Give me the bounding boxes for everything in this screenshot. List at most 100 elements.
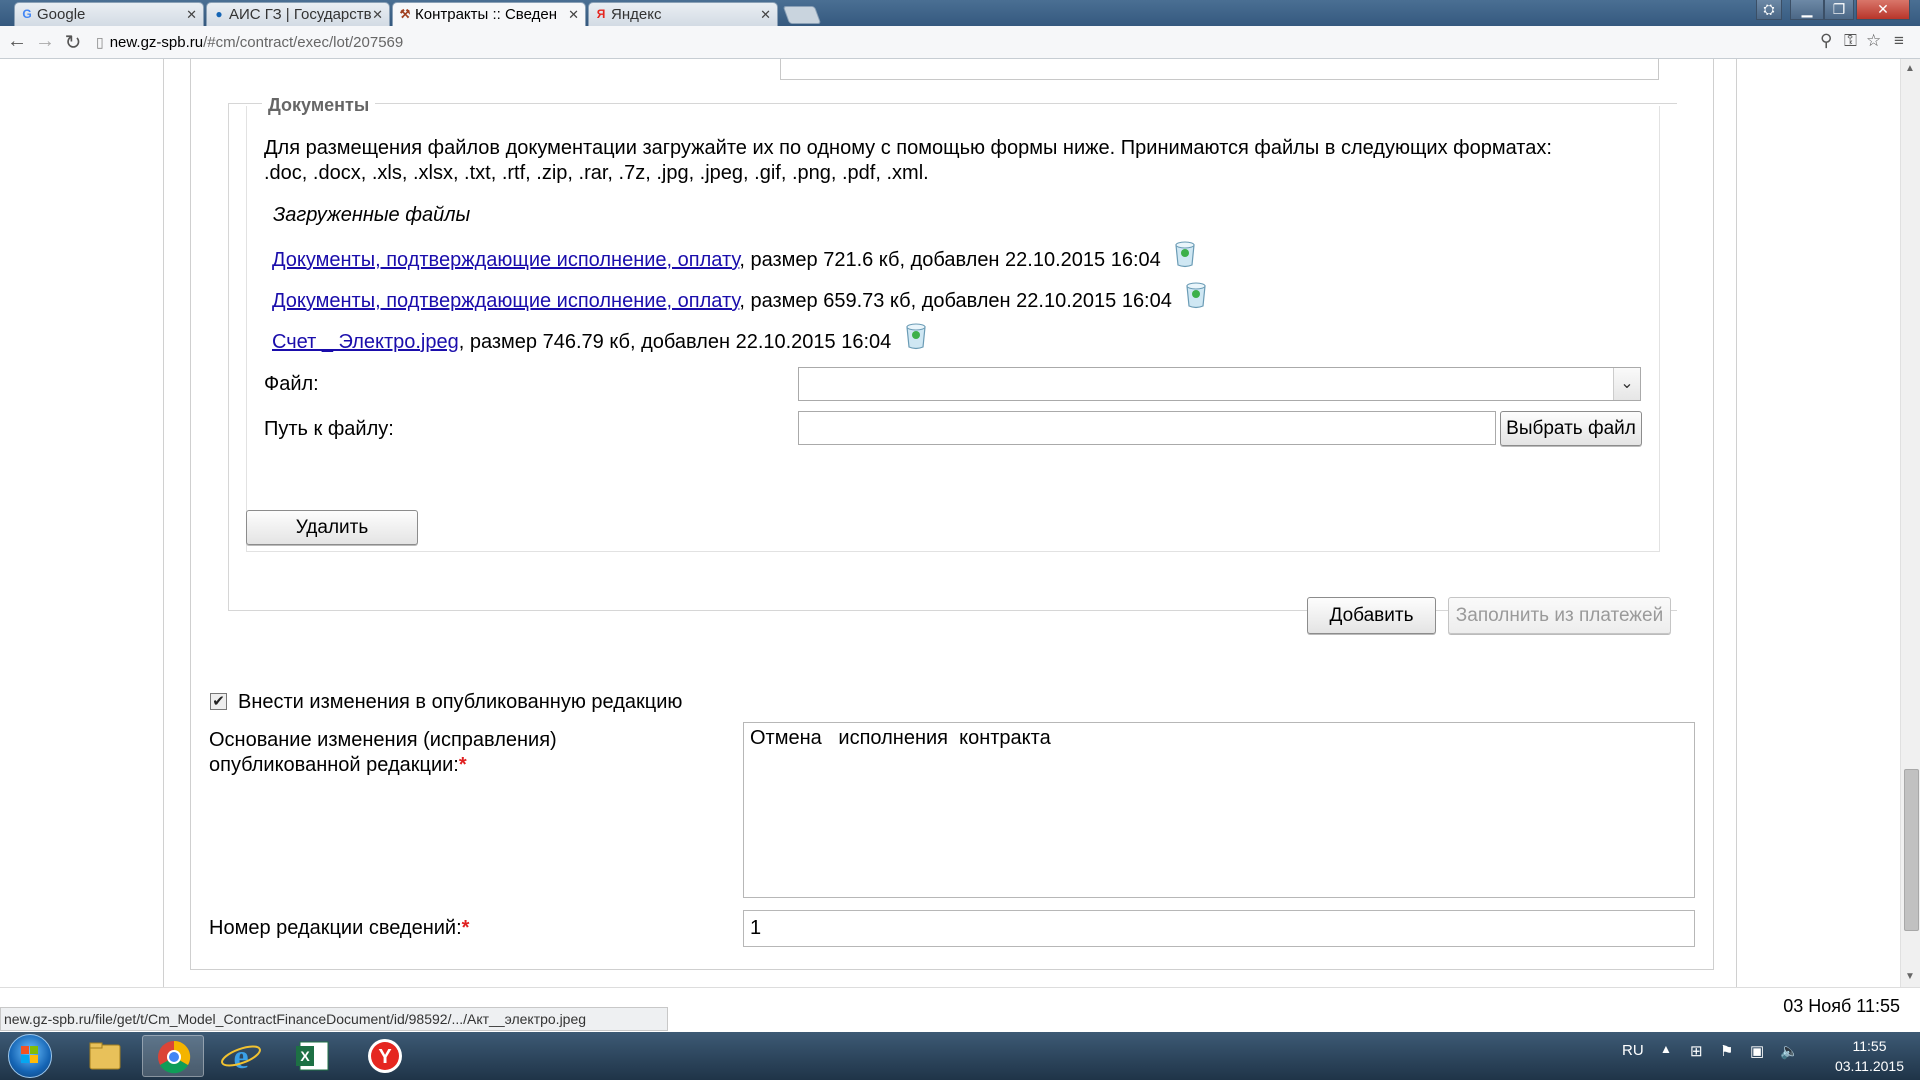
google-favicon-icon: G (22, 7, 32, 21)
tab-label: Контракты :: Сведен (415, 6, 557, 23)
edition-number-input[interactable]: 1 (743, 910, 1695, 947)
page-icon: ▯ (96, 34, 104, 50)
taskbar-clock[interactable]: 11:55 03.11.2015 (1835, 1036, 1904, 1076)
reason-label-line-1: Основание изменения (исправления) (209, 729, 557, 751)
close-icon[interactable]: ✕ (568, 3, 579, 26)
scroll-down-icon[interactable]: ▼ (1905, 971, 1915, 982)
chrome-icon (158, 1040, 191, 1074)
path-label: Путь к файлу: (264, 418, 394, 440)
recycle-bin-icon[interactable] (1172, 241, 1195, 268)
zoom-icon[interactable]: ⚲ (1820, 31, 1832, 51)
reason-textarea[interactable]: Отмена исполнения контракта (743, 722, 1695, 898)
excel-taskbar-button[interactable]: X (282, 1035, 344, 1077)
close-icon[interactable]: ✕ (186, 3, 197, 26)
chrome-taskbar-button[interactable] (142, 1035, 204, 1077)
network-icon[interactable]: ▣ (1750, 1042, 1764, 1060)
number-label-text: Номер редакции сведений: (209, 917, 462, 939)
svg-text:e: e (233, 1039, 248, 1076)
required-mark: * (461, 917, 470, 939)
page-right-border (1736, 59, 1737, 987)
yandex-favicon-icon: Я (596, 7, 606, 21)
list-item: Документы, подтверждающие исполнение, оп… (272, 282, 1207, 313)
publish-changes-checkbox[interactable]: ✔ (210, 693, 227, 710)
delete-button[interactable]: Удалить (246, 510, 418, 545)
tray-expand-icon[interactable]: ▲ (1660, 1042, 1672, 1056)
add-button[interactable]: Добавить (1307, 597, 1436, 634)
tab-google[interactable]: G Google ✕ (14, 2, 204, 26)
file-path-input[interactable] (798, 411, 1496, 445)
tab-contracts[interactable]: ⚒ Контракты :: Сведен ✕ (392, 2, 586, 26)
close-window-button[interactable]: ✕ (1856, 0, 1910, 20)
scrollbar-thumb[interactable] (1904, 769, 1919, 931)
profile-icon[interactable]: ⛭ (1756, 0, 1782, 20)
menu-icon[interactable]: ≡ (1894, 31, 1904, 51)
yandex-browser-icon: Y (368, 1039, 402, 1073)
star-icon[interactable]: ☆ (1866, 31, 1881, 51)
file-link[interactable]: Документы, подтверждающие исполнение, оп… (272, 290, 739, 312)
page-scrollbar[interactable]: ▲ ▼ (1900, 59, 1920, 987)
required-mark: * (458, 754, 467, 776)
recycle-bin-icon[interactable] (1183, 282, 1207, 309)
explorer-taskbar-button[interactable] (74, 1035, 136, 1077)
action-center-flag-icon[interactable]: ⚑ (1720, 1042, 1733, 1060)
uploaded-files-heading: Загруженные файлы (273, 204, 471, 226)
excel-icon: X (296, 1041, 329, 1071)
language-indicator[interactable]: RU (1622, 1042, 1644, 1059)
close-icon[interactable]: ✕ (372, 3, 383, 26)
clock-date: 03.11.2015 (1834, 1058, 1904, 1074)
minimize-button[interactable]: ▁ (1790, 0, 1824, 20)
page-content: Документы Для размещения файлов документ… (0, 59, 1900, 987)
forward-arrow-icon[interactable]: → (34, 30, 56, 53)
instructions-line-1: Для размещения файлов документации загру… (264, 137, 1552, 159)
file-link[interactable]: Счет _ Электро.jpeg (272, 331, 459, 353)
page-datetime: 03 Нояб 11:55 (1783, 996, 1900, 1016)
back-arrow-icon[interactable]: ← (6, 30, 28, 53)
tab-label: АИС ГЗ | Государств (229, 6, 372, 23)
ie-taskbar-button[interactable]: e (210, 1035, 272, 1077)
number-label: Номер редакции сведений:* (209, 917, 469, 940)
file-info: , размер 746.79 кб, добавлен 22.10.2015 … (458, 331, 892, 353)
start-button[interactable] (8, 1034, 52, 1078)
fill-from-payments-button: Заполнить из платежей (1448, 597, 1671, 634)
documents-legend: Документы (262, 95, 376, 116)
chevron-down-icon[interactable]: ⌄ (1613, 368, 1640, 400)
tools-favicon-icon: ⚒ (399, 7, 411, 21)
address-bar[interactable]: ▯ new.gz-spb.ru/#cm/contract/exec/lot/207… (96, 30, 1816, 54)
list-item: Документы, подтверждающие исполнение, оп… (272, 241, 1195, 272)
file-select[interactable]: ⌄ (798, 367, 1641, 401)
url-host: new.gz-spb.ru (109, 34, 204, 51)
windows-taskbar: e X Y RU ▲ ⊞ ⚑ ▣ 🔈 11:55 03.11.2015 (0, 1032, 1920, 1080)
windows-logo-icon (21, 1046, 38, 1063)
close-icon[interactable]: ✕ (760, 3, 771, 26)
folder-icon (89, 1042, 121, 1070)
reason-label-line-2: опубликованной редакции:* (209, 754, 467, 777)
browser-titlebar: G Google ✕ ● АИС ГЗ | Государств ✕ ⚒ Кон… (0, 0, 1920, 26)
ais-favicon-icon: ● (215, 7, 223, 21)
svg-text:Y: Y (378, 1046, 392, 1068)
key-icon[interactable]: ⚿ (1844, 31, 1857, 51)
new-tab-button[interactable] (782, 6, 822, 24)
reason-label-text: опубликованной редакции: (209, 754, 459, 776)
tab-yandex[interactable]: Я Яндекс ✕ (588, 2, 778, 26)
status-url-bubble: new.gz-spb.ru/file/get/t/Cm_Model_Contra… (0, 1007, 668, 1031)
list-item: Счет _ Электро.jpeg, размер 746.79 кб, д… (272, 323, 926, 354)
url-path: /#cm/contract/exec/lot/207569 (203, 34, 404, 51)
yandex-taskbar-button[interactable]: Y (354, 1035, 416, 1077)
tab-ais-gz[interactable]: ● АИС ГЗ | Государств ✕ (206, 2, 390, 26)
windows-flag-icon[interactable]: ⊞ (1690, 1042, 1703, 1060)
choose-file-button[interactable]: Выбрать файл (1500, 411, 1642, 446)
previous-field-input[interactable] (780, 59, 1659, 80)
tab-label: Яндекс (611, 6, 662, 23)
scroll-up-icon[interactable]: ▲ (1905, 63, 1915, 74)
file-label: Файл: (264, 373, 319, 395)
file-link[interactable]: Документы, подтверждающие исполнение, оп… (272, 249, 739, 271)
file-info: , размер 721.6 кб, добавлен 22.10.2015 1… (739, 249, 1161, 271)
page-left-border (163, 59, 164, 987)
svg-text:X: X (300, 1048, 310, 1064)
volume-icon[interactable]: 🔈 (1780, 1042, 1799, 1060)
browser-toolbar: ← → ↻ ▯ new.gz-spb.ru/#cm/contract/exec/l… (0, 26, 1920, 59)
reload-icon[interactable]: ↻ (62, 30, 84, 55)
maximize-button[interactable]: ❐ (1824, 0, 1854, 20)
clock-time: 11:55 (1852, 1038, 1887, 1054)
recycle-bin-icon[interactable] (903, 323, 926, 350)
